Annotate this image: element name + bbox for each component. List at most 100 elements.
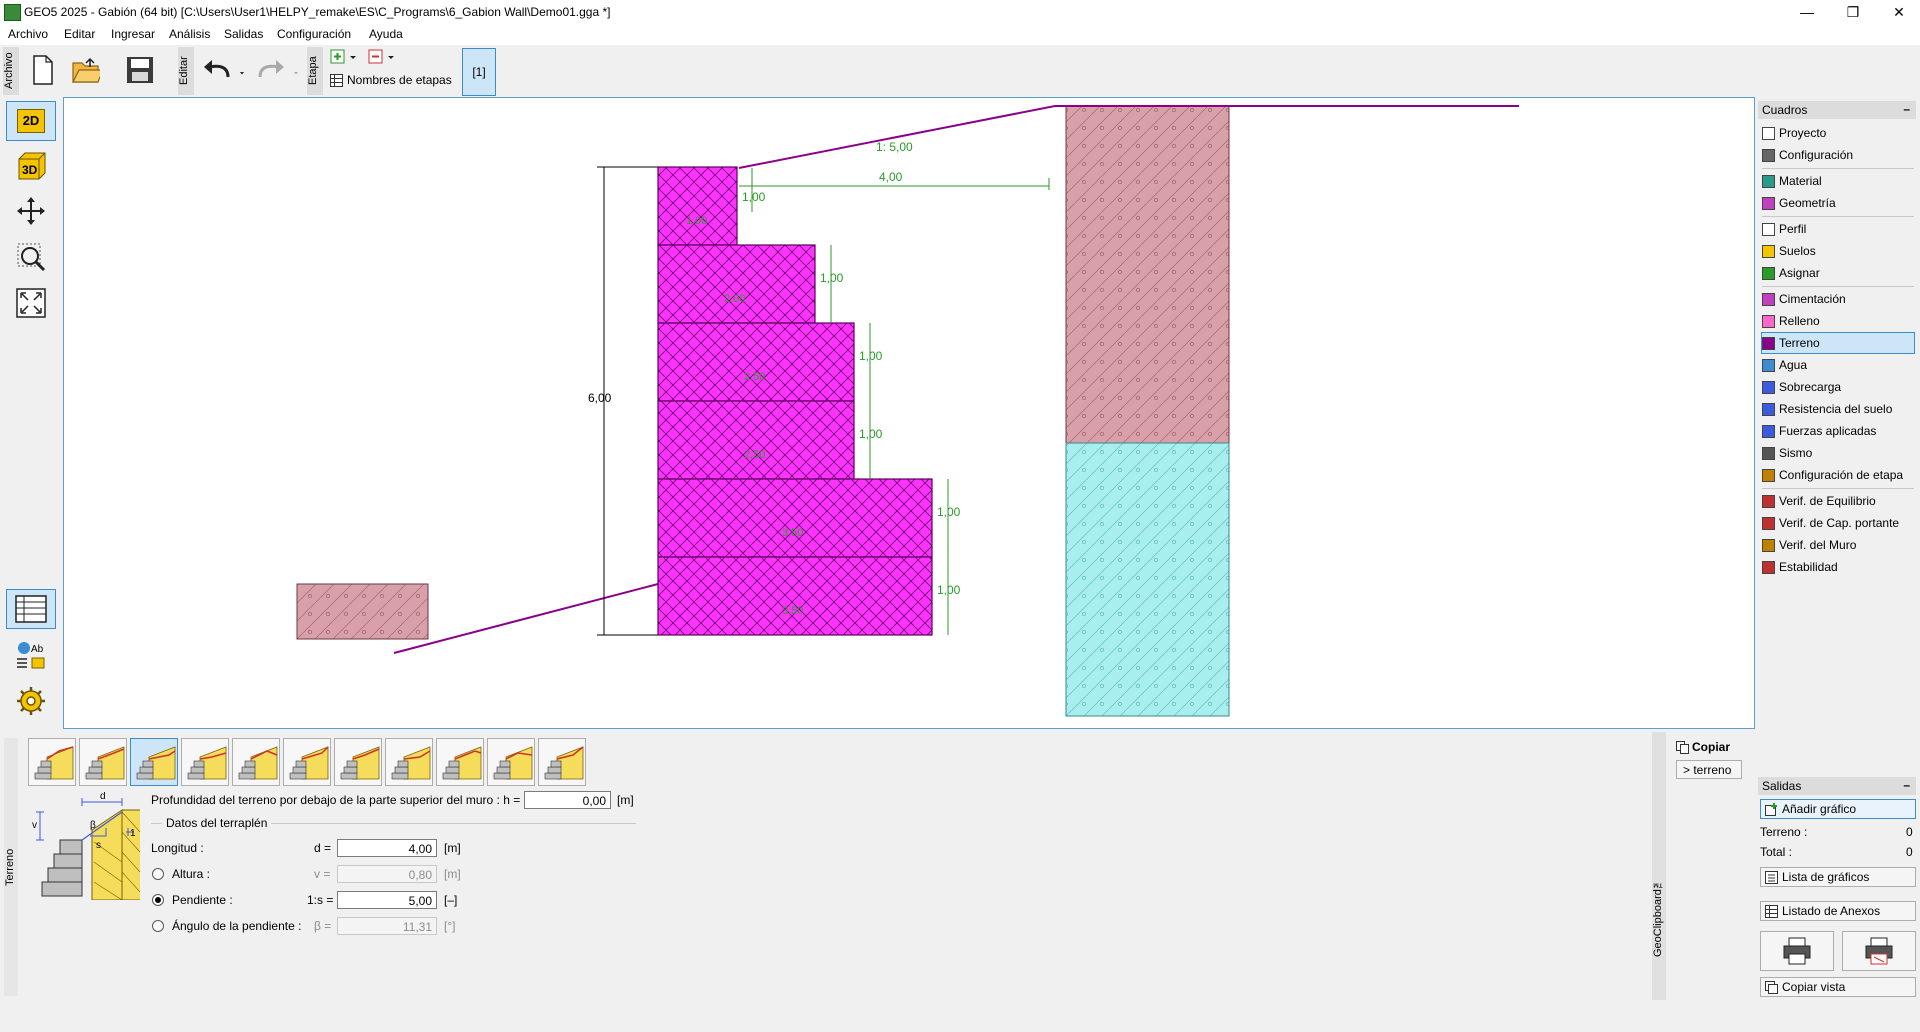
terreno-panel-label: Terreno [4, 738, 18, 996]
terrain-shape-10-button[interactable] [487, 738, 535, 786]
frame-item-label: Terreno [1779, 336, 1820, 350]
terrain-shape-9-button[interactable] [436, 738, 484, 786]
terrain-shape-icon [187, 746, 227, 780]
frame-item-geometry[interactable]: Geometría [1762, 193, 1914, 213]
slope-angle-radio[interactable] [152, 920, 164, 932]
height-radio[interactable] [152, 868, 164, 880]
depth-label: Profundidad del terreno por debajo de la… [151, 793, 521, 807]
open-folder-icon [72, 57, 100, 83]
terrain-shape-11-button[interactable] [538, 738, 586, 786]
print-preview-button[interactable] [1842, 931, 1916, 971]
slope-s-input[interactable]: 5,00 [337, 891, 437, 909]
copy-view-button[interactable]: Copiar vista [1760, 977, 1916, 997]
depth-unit: [m] [617, 793, 634, 807]
zoom-button[interactable] [6, 237, 56, 277]
terrain-shape-6-button[interactable] [283, 738, 331, 786]
frame-item-foundation[interactable]: Cimentación [1762, 289, 1914, 309]
frame-item-assign[interactable]: Asignar [1762, 263, 1914, 283]
stage-tab-1[interactable]: [1] [462, 48, 496, 96]
stage-names-button[interactable]: Nombres de etapas [330, 71, 460, 89]
frame-item-label: Agua [1779, 358, 1808, 372]
terrain-shape-icon [34, 746, 74, 780]
block-width-label: 2,00 [724, 293, 745, 305]
copy-terreno-button[interactable]: > terreno [1676, 760, 1742, 779]
save-file-button[interactable] [125, 53, 155, 87]
annex-list-button[interactable]: Listado de Anexos [1760, 901, 1916, 921]
menu-ayuda[interactable]: Ayuda [369, 27, 403, 41]
menu-analisis[interactable]: Análisis [169, 27, 210, 41]
zoom-extents-button[interactable] [6, 283, 56, 323]
terrain-shape-3-button[interactable] [130, 738, 178, 786]
terrain-shape-icon [85, 746, 125, 780]
print-button[interactable] [1760, 931, 1834, 971]
frame-item-backfill[interactable]: Relleno [1762, 311, 1914, 331]
menu-salidas[interactable]: Salidas [224, 27, 263, 41]
frame-item-surcharge[interactable]: Sobrecarga [1762, 377, 1914, 397]
close-button[interactable]: ✕ [1876, 0, 1920, 24]
add-stage-button[interactable] [330, 49, 360, 65]
add-icon [330, 49, 356, 64]
minimize-button[interactable]: — [1784, 0, 1830, 24]
frame-item-material[interactable]: Material [1762, 171, 1914, 191]
open-file-button[interactable] [70, 53, 100, 87]
terrain-shape-4-button[interactable] [181, 738, 229, 786]
frame-item-earthquake[interactable]: Sismo [1762, 443, 1914, 463]
frame-item-stability[interactable]: Estabilidad [1762, 557, 1914, 577]
frame-item-terrain[interactable]: Terreno [1761, 332, 1915, 354]
settings-button[interactable] [6, 681, 56, 721]
view-2d-button[interactable]: 2D [6, 101, 56, 141]
menu-configuracion[interactable]: Configuración [277, 27, 351, 41]
table-view-button[interactable] [6, 589, 56, 629]
view-3d-button[interactable]: 3D [6, 145, 56, 185]
terrain-shape-8-button[interactable] [385, 738, 433, 786]
pan-button[interactable] [6, 191, 56, 231]
frame-group-separator [1762, 168, 1914, 169]
save-icon [127, 57, 153, 83]
depth-input[interactable]: 0,00 [524, 791, 611, 809]
restore-button[interactable]: ❐ [1830, 0, 1876, 24]
drawing-canvas[interactable]: 6,00 1,00 1,00 1,00 1,00 1,00 1,00 4,00 … [63, 97, 1755, 729]
frame-item-profile[interactable]: Perfil [1762, 219, 1914, 239]
height-v-input[interactable]: 0,80 [337, 865, 437, 883]
frame-item-gear[interactable]: Configuración [1762, 145, 1914, 165]
menu-ingresar[interactable]: Ingresar [111, 27, 155, 41]
slope-radio[interactable] [152, 894, 164, 906]
frame-item-project[interactable]: Proyecto [1762, 123, 1914, 143]
menu-archivo[interactable]: Archivo [8, 27, 48, 41]
terrain-shape-2-button[interactable] [79, 738, 127, 786]
frame-item-resistance[interactable]: Resistencia del suelo [1762, 399, 1914, 419]
add-graphic-button[interactable]: Añadir gráfico [1760, 799, 1916, 819]
terrain-shape-5-button[interactable] [232, 738, 280, 786]
redo-button[interactable] [254, 53, 302, 87]
frame-item-water[interactable]: Agua [1762, 355, 1914, 375]
menu-editar[interactable]: Editar [64, 27, 95, 41]
graphics-list-button[interactable]: Lista de gráficos [1760, 867, 1916, 887]
style-settings-button[interactable]: Ab [6, 635, 56, 675]
undo-button[interactable] [200, 53, 248, 87]
new-file-button[interactable] [28, 53, 58, 87]
frame-item-label: Sismo [1779, 446, 1813, 460]
terrain-shape-1-button[interactable] [28, 738, 76, 786]
etapa-group-label: Etapa [307, 47, 323, 95]
frame-item-soils[interactable]: Suelos [1762, 241, 1914, 261]
frame-item-stage-settings[interactable]: Configuración de etapa [1762, 465, 1914, 485]
frame-item-bearing[interactable]: Verif. de Cap. portante [1762, 513, 1914, 533]
length-d-input[interactable]: 4,00 [337, 839, 437, 857]
frame-item-label: Verif. del Muro [1779, 538, 1857, 552]
slope-angle-input[interactable]: 11,31 [337, 917, 437, 935]
geoclipboard-strip[interactable]: GeoClipboard™ [1652, 732, 1666, 1000]
collapse-icon[interactable]: – [1903, 102, 1910, 116]
frame-item-wall-check[interactable]: Verif. del Muro [1762, 535, 1914, 555]
remove-stage-button[interactable] [368, 49, 398, 65]
frame-item-equilibrium[interactable]: Verif. de Equilibrio [1762, 491, 1914, 511]
v-symbol: v = [314, 867, 331, 881]
terrain-shape-7-button[interactable] [334, 738, 382, 786]
copy-button[interactable]: Copiar [1676, 738, 1746, 756]
table-grid-icon [15, 595, 47, 623]
salidas-title: Salidas [1762, 779, 1802, 793]
cube-3d-icon: 3D [18, 152, 46, 180]
frame-item-forces[interactable]: Fuerzas aplicadas [1762, 421, 1914, 441]
collapse-icon[interactable]: – [1903, 778, 1910, 792]
terreno-count-value: 0 [1906, 825, 1913, 839]
printer-icon [1783, 937, 1811, 965]
